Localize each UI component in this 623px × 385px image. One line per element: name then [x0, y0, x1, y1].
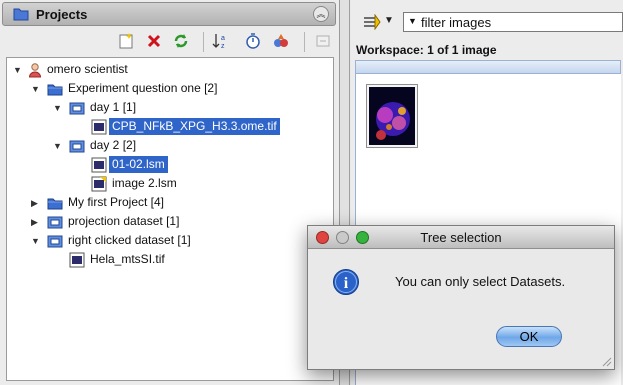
workspace-toolbar: ▼ ▼ filter images	[351, 0, 623, 40]
user-icon	[28, 63, 42, 78]
dataset-icon	[47, 216, 63, 229]
svg-text:i: i	[344, 275, 349, 292]
projects-panel-header[interactable]: Projects ︽	[2, 2, 336, 26]
dialog-titlebar[interactable]: Tree selection	[308, 226, 614, 249]
info-icon: i	[333, 269, 359, 295]
tree-label-dataset: projection dataset [1]	[68, 214, 180, 228]
tree-row-dataset[interactable]: ▼ right clicked dataset [1]	[7, 232, 333, 249]
projects-toolbar: a z	[0, 28, 340, 56]
tree-label-project: Experiment question one [2]	[68, 81, 218, 95]
dialog-title: Tree selection	[420, 230, 502, 245]
tree-label-project: My first Project [4]	[68, 195, 165, 209]
layout-dropdown-arrow-icon[interactable]: ▼	[384, 15, 394, 26]
image-icon	[69, 252, 85, 268]
tree-row-project[interactable]: ▶ My first Project [4]	[7, 194, 333, 211]
image-icon	[91, 157, 107, 173]
collapsed-arrow-icon[interactable]: ▶	[31, 198, 41, 208]
delete-icon[interactable]	[145, 32, 163, 50]
tree-row-project[interactable]: ▼ Experiment question one [2]	[7, 80, 333, 97]
expanded-arrow-icon[interactable]: ▼	[53, 103, 63, 113]
tree-label-image: CPB_NFkB_XPG_H3.3.ome.tif	[109, 118, 280, 135]
projects-panel: Projects ︽ a z ▼ omero scientist ▼ Exper…	[0, 0, 340, 385]
expanded-arrow-icon[interactable]: ▼	[13, 65, 23, 75]
tree-row-image[interactable]: Hela_mtsSI.tif	[7, 251, 333, 268]
collapse-panel-button[interactable]: ︽	[313, 6, 329, 22]
expanded-arrow-icon[interactable]: ▼	[31, 236, 41, 246]
layout-options-icon[interactable]	[363, 14, 381, 30]
resize-grip-icon[interactable]	[600, 355, 612, 367]
tree-row-image-selected[interactable]: 01-02.lsm	[7, 156, 333, 173]
tree-label-dataset: day 1 [1]	[90, 100, 137, 114]
tree-row-image-selected[interactable]: CPB_NFkB_XPG_H3.3.ome.tif	[7, 118, 333, 135]
tag-filter-icon[interactable]	[272, 32, 290, 50]
tree-row-dataset[interactable]: ▶ projection dataset [1]	[7, 213, 333, 230]
svg-text:z: z	[221, 43, 225, 50]
dataset-icon	[47, 235, 63, 248]
ok-button[interactable]: OK	[496, 326, 562, 347]
dataset-icon	[69, 102, 85, 115]
minimize-icon[interactable]	[314, 32, 332, 50]
filter-images-field[interactable]: ▼ filter images	[403, 12, 623, 32]
tree-row-dataset[interactable]: ▼ day 2 [2]	[7, 137, 333, 154]
filter-dropdown-arrow-icon[interactable]: ▼	[408, 16, 417, 26]
toolbar-separator	[203, 32, 204, 52]
workspace-title: Workspace: 1 of 1 image	[356, 43, 497, 57]
project-folder-icon	[13, 8, 29, 21]
toolbar-separator	[304, 32, 305, 52]
image-icon	[91, 119, 107, 135]
expanded-arrow-icon[interactable]: ▼	[31, 84, 41, 94]
dialog-message: You can only select Datasets.	[395, 274, 566, 289]
svg-text:a: a	[221, 35, 225, 42]
tree-label-dataset: right clicked dataset [1]	[68, 233, 191, 247]
workspace-header-band	[355, 60, 621, 74]
fluorescence-thumbnail-image	[369, 87, 415, 145]
tree-label-image: Hela_mtsSI.tif	[90, 252, 165, 266]
tree-selection-dialog: Tree selection i You can only select Dat…	[307, 225, 615, 370]
tree-row-user[interactable]: ▼ omero scientist	[7, 61, 333, 78]
dataset-icon	[69, 140, 85, 153]
sort-alphabetical-icon[interactable]: a z	[212, 32, 230, 50]
collapsed-arrow-icon[interactable]: ▶	[31, 217, 41, 227]
expanded-arrow-icon[interactable]: ▼	[53, 141, 63, 151]
tree-label-image: 01-02.lsm	[109, 156, 168, 173]
project-tree[interactable]: ▼ omero scientist ▼ Experiment question …	[6, 57, 334, 381]
project-folder-icon	[47, 84, 63, 96]
project-folder-icon	[47, 198, 63, 210]
image-thumbnail[interactable]	[366, 84, 418, 148]
tree-row-dataset[interactable]: ▼ day 1 [1]	[7, 99, 333, 116]
stopwatch-icon[interactable]	[244, 32, 262, 50]
refresh-icon[interactable]	[172, 32, 190, 50]
tree-label-dataset: day 2 [2]	[90, 138, 137, 152]
tree-label-user: omero scientist	[47, 62, 128, 76]
tree-row-image[interactable]: image 2.lsm	[7, 175, 333, 192]
image-annotated-icon	[91, 176, 107, 192]
tree-label-image: image 2.lsm	[112, 176, 177, 190]
panel-title: Projects	[36, 7, 88, 22]
create-new-icon[interactable]	[117, 32, 135, 50]
filter-images-text: filter images	[421, 15, 492, 30]
